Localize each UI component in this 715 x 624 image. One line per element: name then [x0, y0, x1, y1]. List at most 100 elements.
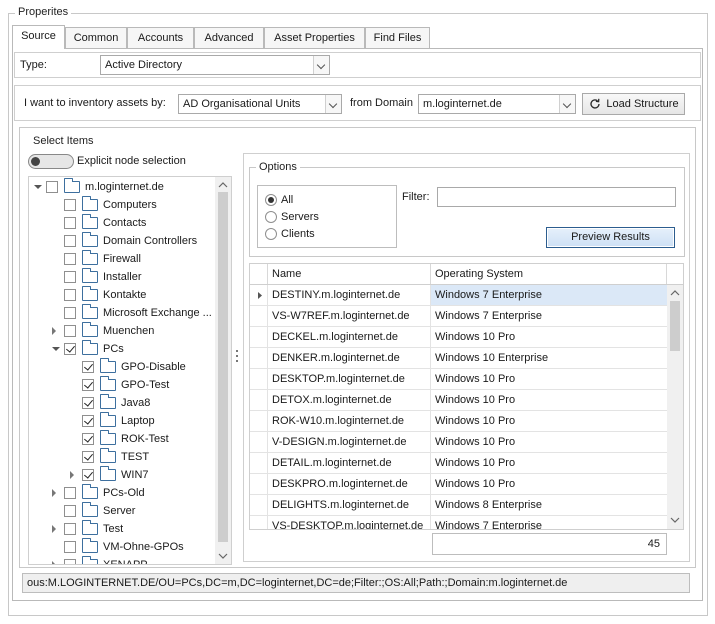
inventory-by-select[interactable]: AD Organisational Units [178, 94, 342, 114]
table-row[interactable]: DECKEL.m.loginternet.de Windows 10 Pro [250, 327, 667, 348]
load-structure-button[interactable]: Load Structure [582, 93, 685, 115]
tree-node[interactable]: Installer [29, 268, 215, 286]
node-checkbox[interactable] [64, 505, 76, 517]
row-indicator[interactable] [250, 327, 268, 348]
tab-common[interactable]: Common [65, 27, 127, 48]
table-row[interactable]: DETOX.m.loginternet.de Windows 10 Pro [250, 390, 667, 411]
splitter-handle[interactable] [235, 350, 239, 366]
results-grid[interactable]: Name Operating System DESTINY.m.loginter… [249, 263, 684, 530]
tree-node[interactable]: Computers [29, 196, 215, 214]
table-row[interactable]: VS-W7REF.m.loginternet.de Windows 7 Enter… [250, 306, 667, 327]
tree-view[interactable]: m.loginternet.de Computers Contacts Domain … [28, 176, 232, 565]
type-select[interactable]: Active Directory [100, 55, 330, 75]
tree-node[interactable]: XENAPP [29, 556, 215, 564]
tree-node[interactable]: Microsoft Exchange ... [29, 304, 215, 322]
collapse-arrow-icon[interactable] [34, 185, 42, 189]
tree-node[interactable]: Muenchen [29, 322, 215, 340]
tree-scrollbar-thumb[interactable] [218, 192, 228, 542]
node-checkbox[interactable] [82, 451, 94, 463]
node-checkbox[interactable] [64, 307, 76, 319]
node-checkbox[interactable] [64, 199, 76, 211]
tab-source[interactable]: Source [12, 25, 65, 49]
tab-accounts[interactable]: Accounts [127, 27, 194, 48]
radio-all[interactable] [265, 194, 277, 206]
tab-find-files[interactable]: Find Files [365, 27, 430, 48]
table-row[interactable]: DESKPRO.m.loginternet.de Windows 10 Pro [250, 474, 667, 495]
tree-node[interactable]: GPO-Disable [29, 358, 215, 376]
node-checkbox[interactable] [64, 343, 76, 355]
node-checkbox[interactable] [64, 253, 76, 265]
node-checkbox[interactable] [82, 415, 94, 427]
table-row[interactable]: DETAIL.m.loginternet.de Windows 10 Pro [250, 453, 667, 474]
node-checkbox[interactable] [64, 325, 76, 337]
tab-advanced[interactable]: Advanced [194, 27, 264, 48]
table-row[interactable]: DESTINY.m.loginternet.de Windows 7 Enterp… [250, 285, 667, 306]
table-row[interactable]: V-DESIGN.m.loginternet.de Windows 10 Pro [250, 432, 667, 453]
row-indicator[interactable] [250, 306, 268, 327]
row-indicator[interactable] [250, 411, 268, 432]
node-checkbox[interactable] [82, 361, 94, 373]
tree-node[interactable]: Domain Controllers [29, 232, 215, 250]
tree-node[interactable]: Kontakte [29, 286, 215, 304]
node-checkbox[interactable] [64, 487, 76, 499]
node-checkbox[interactable] [64, 235, 76, 247]
node-checkbox[interactable] [82, 433, 94, 445]
tree-scrollbar[interactable] [215, 177, 231, 564]
node-checkbox[interactable] [64, 271, 76, 283]
node-checkbox[interactable] [64, 523, 76, 535]
tree-node[interactable]: PCs-Old [29, 484, 215, 502]
radio-clients[interactable] [265, 228, 277, 240]
expand-arrow-icon[interactable] [52, 525, 56, 533]
domain-select[interactable]: m.loginternet.de [418, 94, 576, 114]
node-checkbox[interactable] [64, 217, 76, 229]
row-indicator[interactable] [250, 453, 268, 474]
row-indicator[interactable] [250, 285, 268, 306]
row-indicator[interactable] [250, 495, 268, 516]
expand-arrow-icon[interactable] [52, 489, 56, 497]
table-row[interactable]: DENKER.m.loginternet.de Windows 10 Enterp… [250, 348, 667, 369]
tree-node[interactable]: ROK-Test [29, 430, 215, 448]
row-indicator[interactable] [250, 369, 268, 390]
explicit-node-toggle[interactable] [28, 154, 74, 169]
tree-node[interactable]: Laptop [29, 412, 215, 430]
tree-node[interactable]: Firewall [29, 250, 215, 268]
node-checkbox[interactable] [64, 541, 76, 553]
table-row[interactable]: DELIGHTS.m.loginternet.de Windows 8 Enter… [250, 495, 667, 516]
tree-node[interactable]: Server [29, 502, 215, 520]
node-checkbox[interactable] [46, 181, 58, 193]
column-header-name[interactable]: Name [268, 264, 431, 284]
tree-node[interactable]: m.loginternet.de [29, 178, 215, 196]
table-row[interactable]: DESKTOP.m.loginternet.de Windows 10 Pro [250, 369, 667, 390]
tree-node[interactable]: GPO-Test [29, 376, 215, 394]
column-header-os[interactable]: Operating System [431, 264, 667, 284]
node-checkbox[interactable] [82, 469, 94, 481]
tree-node[interactable]: VM-Ohne-GPOs [29, 538, 215, 556]
row-indicator[interactable] [250, 516, 268, 529]
tree-node[interactable]: Java8 [29, 394, 215, 412]
row-indicator[interactable] [250, 474, 268, 495]
expand-arrow-icon[interactable] [70, 471, 74, 479]
grid-scrollbar[interactable] [667, 285, 683, 529]
expand-arrow-icon[interactable] [52, 327, 56, 335]
tree-node[interactable]: WIN7 [29, 466, 215, 484]
node-checkbox[interactable] [82, 397, 94, 409]
node-checkbox[interactable] [64, 559, 76, 564]
preview-results-button[interactable]: Preview Results [546, 227, 675, 248]
table-row[interactable]: VS-DESKTOP.m.loginternet.de Windows 7 Ent… [250, 516, 667, 529]
node-checkbox[interactable] [82, 379, 94, 391]
table-row[interactable]: ROK-W10.m.loginternet.de Windows 10 Pro [250, 411, 667, 432]
node-checkbox[interactable] [64, 289, 76, 301]
expand-arrow-icon[interactable] [52, 561, 56, 564]
tab-asset-properties[interactable]: Asset Properties [264, 27, 365, 48]
row-indicator[interactable] [250, 348, 268, 369]
grid-scrollbar-thumb[interactable] [670, 301, 680, 351]
row-indicator[interactable] [250, 432, 268, 453]
tree-node[interactable]: TEST [29, 448, 215, 466]
tree-node[interactable]: Test [29, 520, 215, 538]
radio-servers[interactable] [265, 211, 277, 223]
tree-node[interactable]: PCs [29, 340, 215, 358]
tree-node[interactable]: Contacts [29, 214, 215, 232]
filter-input[interactable] [437, 187, 676, 207]
row-indicator[interactable] [250, 390, 268, 411]
collapse-arrow-icon[interactable] [52, 347, 60, 351]
